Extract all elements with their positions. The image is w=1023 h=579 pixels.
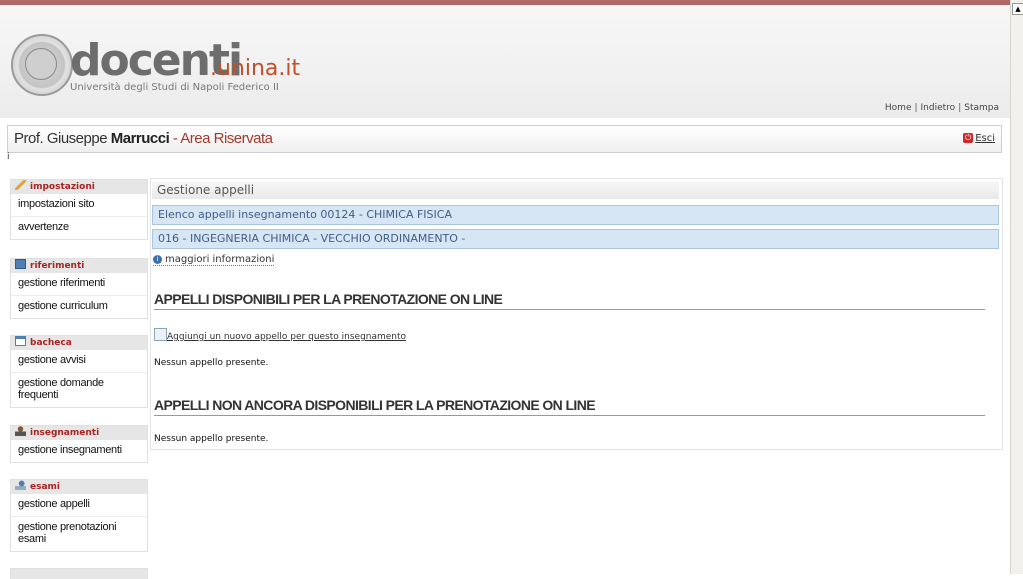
more-info-link[interactable]: i maggiori informazioni — [153, 254, 275, 266]
sidebar-item-avvertenze[interactable]: avvertenze — [11, 217, 147, 239]
sidebar-header-label: riferimenti — [30, 261, 85, 271]
available-empty-message: Nessun appello presente. — [154, 358, 269, 368]
sidebar-item-gestione-appelli[interactable]: gestione appelli — [11, 494, 147, 517]
brand-logo-unina[interactable]: .unina.it — [210, 56, 300, 82]
logout-link[interactable]: ⏻ Esci — [963, 133, 995, 144]
sidebar-item-gestione-avvisi[interactable]: gestione avvisi — [11, 350, 147, 373]
sidebar-header-esami: esami — [11, 480, 147, 494]
vertical-scrollbar[interactable]: ▲ — [1010, 0, 1023, 574]
sidebar-item-gestione-domande-frequenti[interactable]: gestione domande frequenti — [11, 373, 147, 407]
main-panel: Gestione appelli Elenco appelli insegnam… — [150, 178, 1003, 450]
section-header: Gestione appelli — [152, 181, 999, 199]
window-icon — [15, 336, 26, 346]
add-appointment-label: Aggiungi un nuovo appello per questo ins… — [167, 332, 407, 342]
more-info-label: maggiori informazioni — [165, 254, 275, 265]
teacher-icon — [15, 426, 26, 436]
page-title: Prof. Giuseppe Marrucci - Area Riservata — [14, 130, 273, 147]
sidebar-header-riferimenti: riferimenti — [11, 259, 147, 273]
sidebar-section-impostazioni: impostazioni impostazioni sito avvertenz… — [10, 179, 148, 240]
add-document-icon — [154, 328, 167, 341]
wrench-icon — [15, 180, 26, 190]
print-link[interactable]: Stampa — [964, 103, 999, 113]
back-link[interactable]: Indietro — [921, 103, 956, 113]
sidebar-item-gestione-curriculum[interactable]: gestione curriculum — [11, 296, 147, 318]
brand-subtitle: Università degli Studi di Napoli Federic… — [70, 82, 279, 93]
sidebar-header-partial — [11, 569, 147, 579]
sidebar-header-label: esami — [30, 482, 60, 492]
top-links: Home | Indietro | Stampa — [885, 103, 999, 113]
university-seal-icon — [11, 34, 73, 96]
scroll-up-arrow-icon[interactable]: ▲ — [1012, 3, 1023, 15]
sidebar-item-impostazioni-sito[interactable]: impostazioni sito — [11, 194, 147, 217]
sidebar-item-gestione-riferimenti[interactable]: gestione riferimenti — [11, 273, 147, 296]
info-icon: i — [153, 255, 162, 264]
power-icon: ⏻ — [963, 133, 974, 143]
sidebar-header-label: impostazioni — [30, 182, 95, 192]
home-link[interactable]: Home — [885, 103, 912, 113]
add-appointment-link[interactable]: Aggiungi un nuovo appello per questo ins… — [154, 328, 406, 342]
available-appointments-heading: APPELLI DISPONIBILI PER LA PRENOTAZIONE … — [154, 291, 985, 310]
unavailable-empty-message: Nessun appello presente. — [154, 434, 269, 444]
contact-card-icon — [15, 259, 26, 269]
sidebar-section-esami: esami gestione appelli gestione prenotaz… — [10, 479, 148, 552]
title-area: - Area Riservata — [169, 130, 273, 147]
degree-info-bar: 016 - INGEGNERIA CHIMICA - VECCHIO ORDIN… — [152, 229, 999, 249]
sidebar-section-riferimenti: riferimenti gestione riferimenti gestion… — [10, 258, 148, 319]
link-separator: | — [958, 103, 962, 113]
title-surname: Marrucci — [110, 130, 170, 147]
sidebar-header-impostazioni: impostazioni — [11, 180, 147, 194]
logout-label: Esci — [975, 133, 995, 144]
sidebar-section-bacheca: bacheca gestione avvisi gestione domande… — [10, 335, 148, 408]
link-separator: | — [914, 103, 918, 113]
course-info-bar: Elenco appelli insegnamento 00124 - CHIM… — [152, 205, 999, 225]
professor-title-bar: Prof. Giuseppe Marrucci - Area Riservata… — [7, 125, 1002, 153]
sidebar-header-label: bacheca — [30, 338, 72, 348]
sidebar-item-gestione-prenotazioni-esami[interactable]: gestione prenotazioni esami — [11, 517, 147, 551]
stray-text: i — [7, 152, 10, 162]
sidebar-header-insegnamenti: insegnamenti — [11, 426, 147, 440]
exam-icon — [15, 480, 26, 490]
sidebar-header-bacheca: bacheca — [11, 336, 147, 350]
sidebar-item-gestione-insegnamenti[interactable]: gestione insegnamenti — [11, 440, 147, 462]
sidebar-header-label: insegnamenti — [30, 428, 100, 438]
unavailable-appointments-heading: APPELLI NON ANCORA DISPONIBILI PER LA PR… — [154, 397, 985, 416]
title-prefix: Prof. Giuseppe — [14, 130, 111, 147]
sidebar-section-insegnamenti: insegnamenti gestione insegnamenti — [10, 425, 148, 463]
